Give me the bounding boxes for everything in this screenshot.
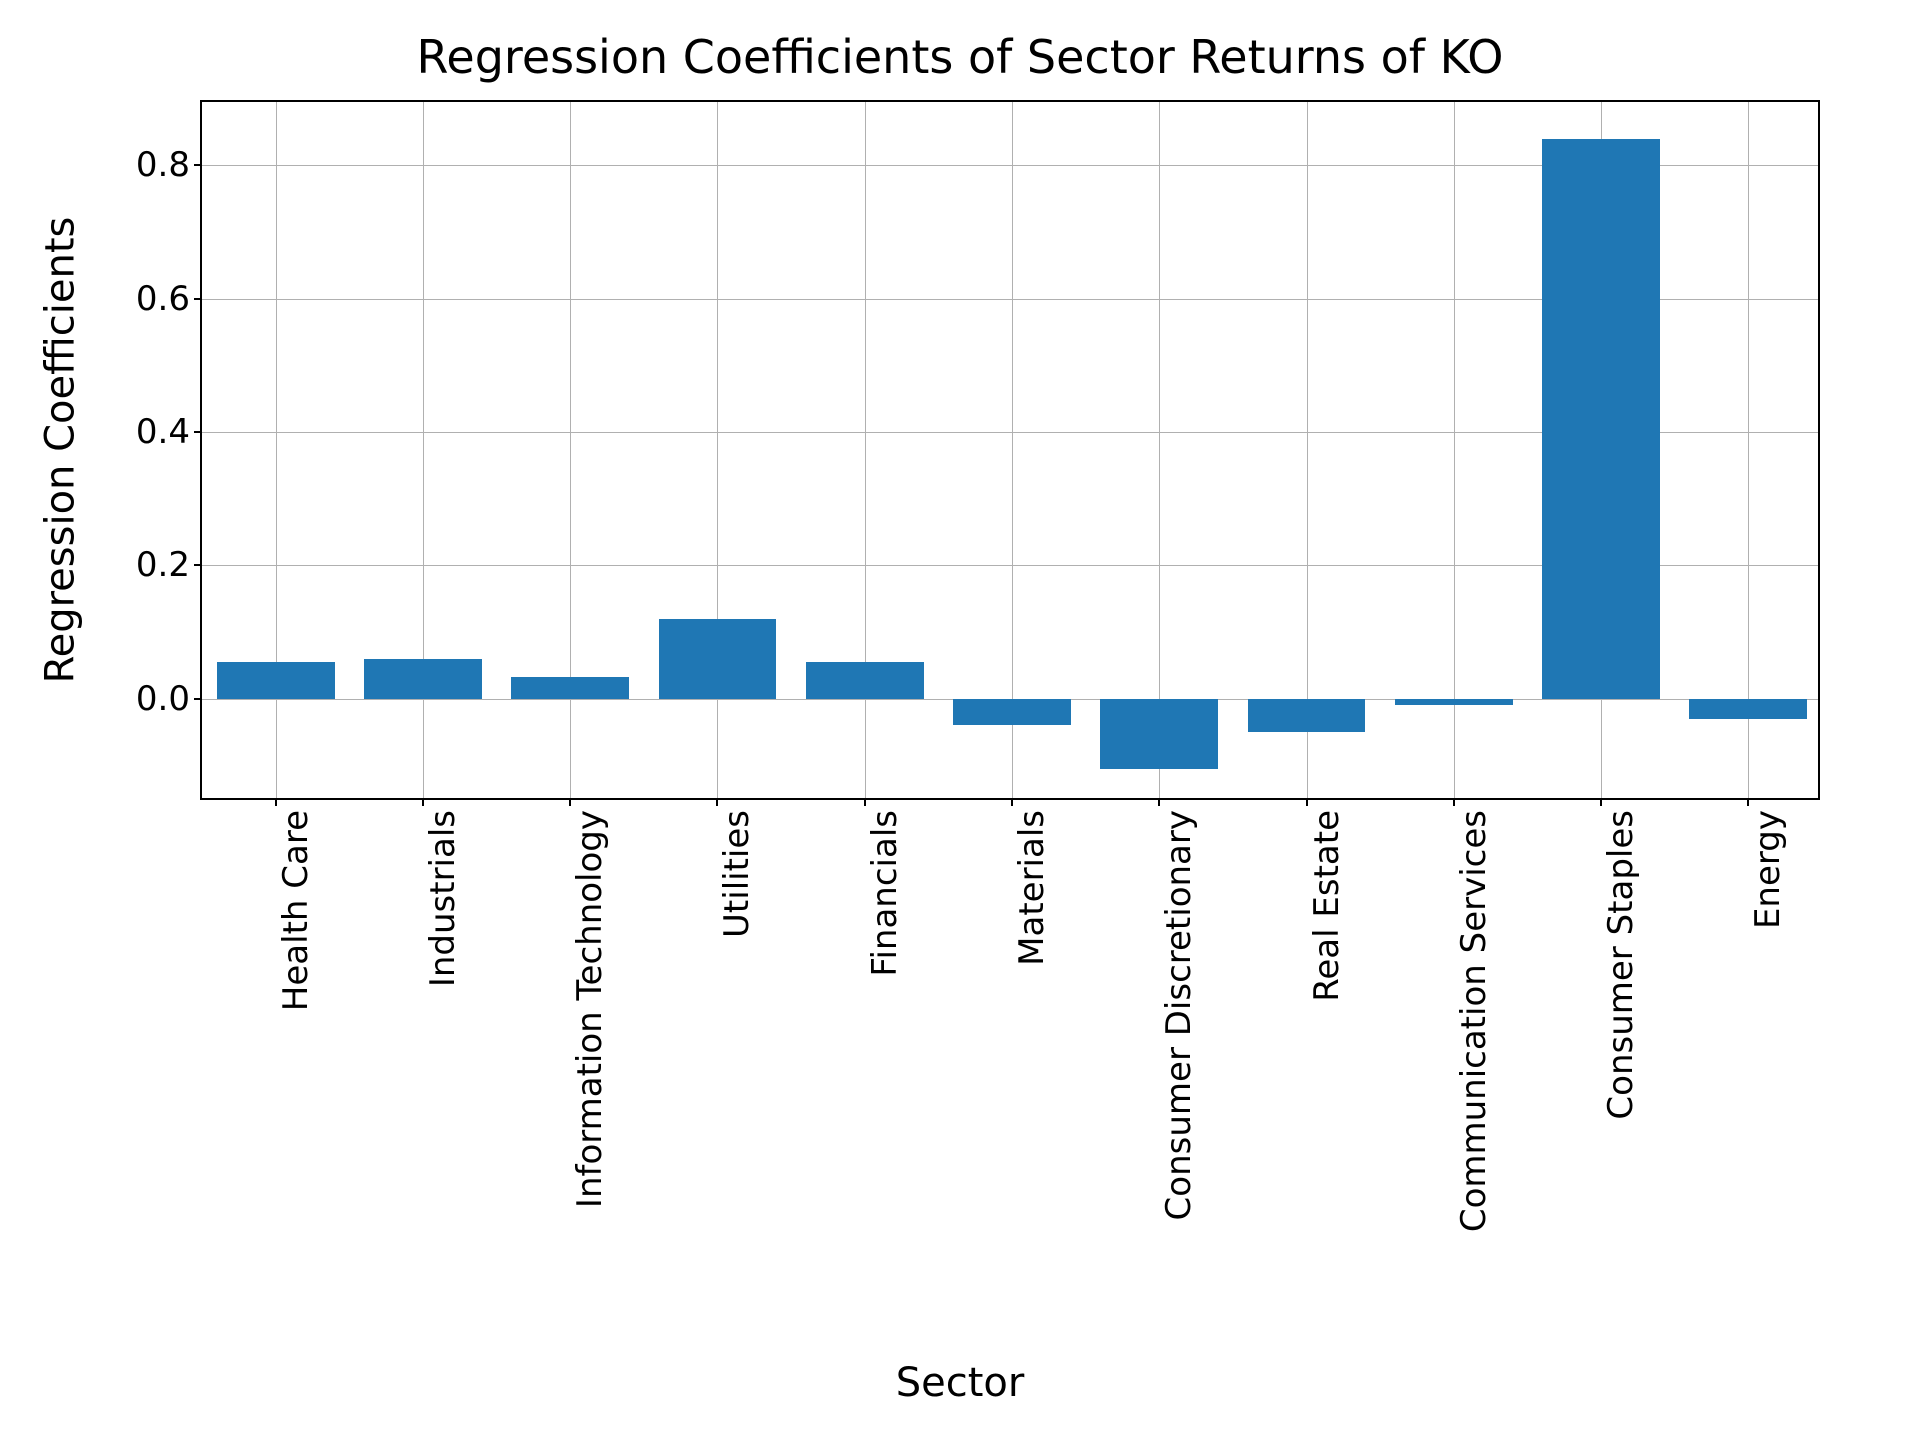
bar: [1100, 699, 1218, 769]
figure: Regression Coefficients of Sector Return…: [0, 0, 1920, 1440]
gridline-vertical: [1159, 102, 1160, 798]
bar: [953, 699, 1071, 726]
x-axis-label: Sector: [0, 1360, 1920, 1406]
x-tick-mark: [1747, 798, 1749, 806]
x-tick-label: Utilities: [717, 810, 757, 938]
x-tick-mark: [1600, 798, 1602, 806]
x-tick-label: Industrials: [423, 810, 463, 987]
y-tick-mark: [194, 564, 202, 566]
bar: [217, 662, 335, 699]
x-tick-mark: [864, 798, 866, 806]
x-tick-label: Real Estate: [1307, 810, 1347, 1002]
bar: [806, 662, 924, 699]
x-tick-label: Health Care: [276, 810, 316, 1011]
y-axis-label: Regression Coefficients: [30, 100, 90, 800]
x-tick-mark: [1158, 798, 1160, 806]
x-tick-mark: [1011, 798, 1013, 806]
bar: [659, 619, 777, 699]
gridline-vertical: [1748, 102, 1749, 798]
bar: [1395, 699, 1513, 706]
x-tick-label: Energy: [1748, 810, 1788, 929]
x-tick-label: Materials: [1012, 810, 1052, 966]
bar: [1689, 699, 1807, 719]
gridline-vertical: [1012, 102, 1013, 798]
x-tick-mark: [1453, 798, 1455, 806]
x-tick-mark: [275, 798, 277, 806]
x-tick-label: Consumer Staples: [1601, 810, 1641, 1120]
x-tick-mark: [422, 798, 424, 806]
bar: [1542, 139, 1660, 699]
y-tick-label: 0.8: [136, 145, 190, 185]
bar: [1248, 699, 1366, 732]
y-tick-mark: [194, 431, 202, 433]
x-tick-mark: [569, 798, 571, 806]
bar: [511, 677, 629, 698]
x-tick-label: Communication Services: [1454, 810, 1494, 1232]
y-tick-mark: [194, 298, 202, 300]
y-axis-label-text: Regression Coefficients: [37, 217, 83, 684]
x-tick-label: Information Technology: [570, 810, 610, 1208]
y-tick-label: 0.4: [136, 412, 190, 452]
x-tick-mark: [716, 798, 718, 806]
bar: [364, 659, 482, 699]
x-tick-label: Financials: [865, 810, 905, 977]
x-tick-label: Consumer Discretionary: [1159, 810, 1199, 1220]
plot-area: 0.00.20.40.60.8Health CareIndustrialsInf…: [200, 100, 1820, 800]
y-tick-label: 0.6: [136, 279, 190, 319]
gridline-vertical: [1454, 102, 1455, 798]
y-tick-label: 0.0: [136, 679, 190, 719]
x-tick-mark: [1306, 798, 1308, 806]
chart-title: Regression Coefficients of Sector Return…: [0, 30, 1920, 84]
y-tick-label: 0.2: [136, 545, 190, 585]
y-tick-mark: [194, 164, 202, 166]
gridline-vertical: [1307, 102, 1308, 798]
y-tick-mark: [194, 698, 202, 700]
